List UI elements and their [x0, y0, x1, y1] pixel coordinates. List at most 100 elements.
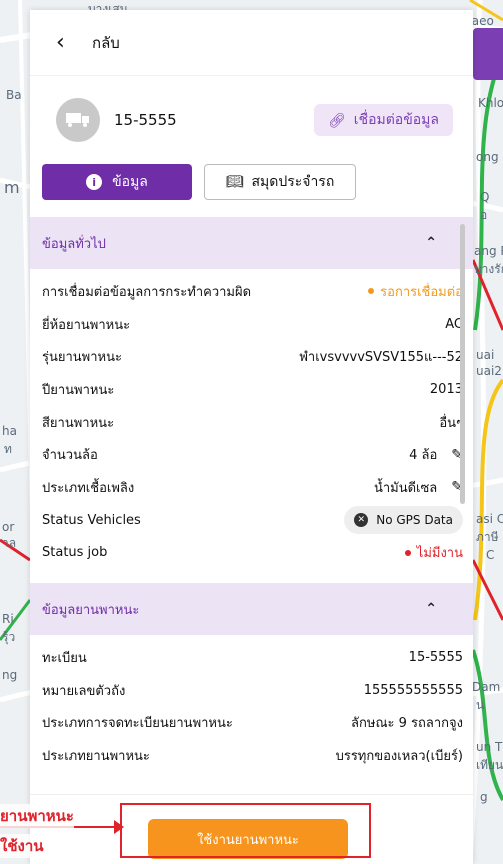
map-label: Ri	[2, 612, 14, 626]
highlight-box	[120, 803, 371, 858]
wheels-value: 4 ล้อ	[409, 448, 438, 464]
row-label: ทะเบียน	[42, 651, 87, 667]
vehicle-plate: 15-5555	[114, 111, 177, 129]
vehicle-summary: 15-5555 🔗︎ เชื่อมต่อข้อมูล	[30, 76, 473, 164]
tab-logbook[interactable]: 📖︎ สมุดประจำรถ	[204, 164, 356, 200]
row-label: Status job	[42, 545, 108, 561]
connect-data-button[interactable]: 🔗︎ เชื่อมต่อข้อมูล	[314, 104, 453, 136]
row-label: ยี่ห้อยานพาหนะ	[42, 317, 131, 333]
info-row-year: ปียานพาหนะ 2013	[42, 373, 463, 406]
map-label: un Th	[476, 740, 503, 754]
red-dot-icon	[404, 549, 411, 556]
info-row-model: รุ่นยานพาหนะ พำเvsvvvvSVSV155แ---52	[42, 340, 463, 373]
status-text: รอการเชื่อมต่อ	[380, 284, 463, 300]
vehicle-detail-panel: ‹ กลับ 15-5555 🔗︎ เชื่อมต่อข้อมูล i ข้อม…	[30, 10, 473, 864]
map-label: น	[476, 698, 485, 712]
row-label: Status Vehicles	[42, 512, 141, 528]
row-value: น้ำมันดีเซล ✎	[374, 477, 463, 498]
row-value: ไม่มีงาน	[404, 542, 463, 563]
scrollbar-thumb[interactable]	[460, 224, 465, 504]
row-label: รุ่นยานพาหนะ	[42, 350, 122, 366]
map-label: รุ้ว	[2, 630, 16, 644]
info-icon: i	[86, 174, 103, 190]
tab-info[interactable]: i ข้อมูล	[42, 164, 192, 200]
map-label: ng	[2, 668, 18, 682]
row-value: 2013	[429, 381, 463, 397]
row-value: 4 ล้อ ✎	[409, 444, 463, 465]
info-row-fuel: ประเภทเชื้อเพลิง น้ำมันดีเซล ✎	[42, 471, 463, 504]
info-row-status-vehicles: Status Vehicles ✕ No GPS Data	[42, 504, 463, 537]
chevron-up-icon[interactable]: ⌃	[425, 235, 437, 251]
book-icon: 📖︎	[225, 174, 244, 190]
vehicle-section-title: ข้อมูลยานพาหนะ	[42, 602, 140, 618]
map-label: ha	[2, 424, 17, 438]
status-text: ไม่มีงาน	[416, 546, 463, 562]
arrow-right-icon	[114, 820, 124, 834]
link-icon: 🔗︎	[328, 111, 346, 128]
truck-avatar	[56, 98, 100, 142]
connect-data-label: เชื่อมต่อข้อมูล	[353, 111, 439, 127]
row-label: ประเภทยานพาหนะ	[42, 749, 150, 765]
row-value: ลักษณะ 9 รถลากจูง	[351, 716, 463, 732]
annotation-text: ยานพาหนะ	[0, 804, 74, 828]
general-section-title: ข้อมูลทั่วไป	[42, 236, 106, 252]
map-label: asi C	[476, 512, 503, 526]
row-value: 155555555555	[363, 682, 463, 698]
map-label: uai2	[476, 364, 502, 378]
row-label: จำนวนล้อ	[42, 448, 98, 464]
back-link[interactable]: กลับ	[92, 31, 120, 55]
map-label: บางรัก	[474, 262, 503, 276]
panel-header: ‹ กลับ	[30, 10, 473, 76]
general-section-header[interactable]: ข้อมูลทั่วไป ⌃	[30, 217, 473, 269]
map-label: ang R	[474, 244, 503, 258]
truck-icon	[66, 113, 89, 127]
info-row-color: สียานพาหนะ อื่นๆ	[42, 406, 463, 439]
status-badge-text: No GPS Data	[376, 513, 453, 528]
map-label: าล	[2, 536, 17, 550]
tab-info-label: ข้อมูล	[112, 174, 148, 190]
row-label: ประเภทการจดทะเบียนยานพาหนะ	[42, 716, 233, 732]
map-label: เทียน	[476, 758, 503, 772]
row-label: หมายเลขตัวถัง	[42, 683, 126, 699]
status-badge: ✕ No GPS Data	[344, 506, 463, 535]
tab-logbook-label: สมุดประจำรถ	[251, 174, 335, 190]
row-label: การเชื่อมต่อข้อมูลการกระทำความผิด	[42, 284, 252, 300]
map-label: m	[4, 178, 20, 197]
collapse-side-tab[interactable]	[473, 28, 503, 80]
map-label: uai	[476, 348, 495, 362]
map-label: ภาษี	[476, 530, 499, 544]
info-row-violation-link: การเชื่อมต่อข้อมูลการกระทำความผิด รอการเ…	[42, 275, 463, 308]
vehicle-section-header[interactable]: ข้อมูลยานพาหนะ ⌃	[30, 583, 473, 636]
info-row-vehicle-type: ประเภทยานพาหนะ บรรทุกของเหลว(เบียร์)	[42, 739, 463, 772]
map-label: ท	[4, 442, 12, 456]
row-value: 15-5555	[408, 650, 463, 666]
pending-dot-icon	[368, 288, 375, 295]
detail-tabs: i ข้อมูล 📖︎ สมุดประจำรถ	[30, 164, 473, 212]
close-circle-icon: ✕	[354, 513, 369, 528]
info-row-brand: ยี่ห้อยานพาหนะ AC	[42, 308, 463, 341]
map-label: Q	[480, 190, 490, 204]
map-label: C	[486, 548, 495, 562]
map-label: Khlo	[478, 96, 503, 110]
details-scroll-area[interactable]: ข้อมูลทั่วไป ⌃ การเชื่อมต่อข้อมูลการกระท…	[30, 217, 473, 805]
info-row-registration-type: ประเภทการจดทะเบียนยานพาหนะ ลักษณะ 9 รถลา…	[42, 707, 463, 740]
map-label: Dam	[472, 680, 501, 694]
row-value: บรรทุกของเหลว(เบียร์)	[335, 749, 463, 765]
map-label: or	[2, 520, 15, 534]
row-value: รอการเชื่อมต่อ	[368, 281, 463, 302]
row-value: พำเvsvvvvSVSV155แ---52	[299, 350, 463, 366]
row-label: สียานพาหนะ	[42, 415, 115, 431]
map-label: g	[480, 790, 488, 804]
fuel-value: น้ำมันดีเซล	[373, 480, 438, 496]
info-row-registration: ทะเบียน 15-5555	[42, 641, 463, 674]
chevron-up-icon[interactable]: ⌃	[425, 601, 437, 617]
info-row-status-job: Status job ไม่มีงาน	[42, 537, 463, 570]
chevron-left-icon[interactable]: ‹	[56, 30, 78, 55]
map-label: ong	[476, 150, 499, 164]
map-label: Ba	[6, 88, 22, 102]
annotation-text: ใช้งาน	[0, 834, 44, 858]
general-info-list: การเชื่อมต่อข้อมูลการกระทำความผิด รอการเ…	[30, 269, 473, 575]
vehicle-info-list: ทะเบียน 15-5555 หมายเลขตัวถัง 1555555555…	[30, 635, 473, 778]
map-label: อ	[480, 208, 488, 222]
row-label: ปียานพาหนะ	[42, 382, 115, 398]
